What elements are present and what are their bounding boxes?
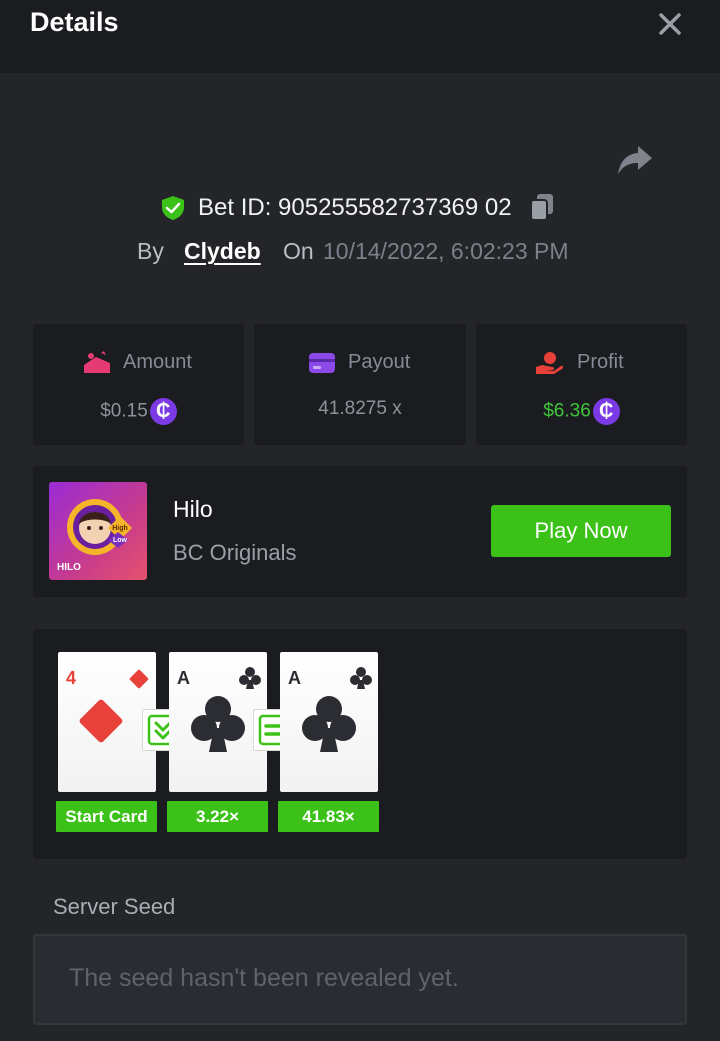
game-provider: BC Originals [173,540,297,565]
stat-label: Profit [577,351,624,373]
svg-text:Low: Low [113,537,128,544]
svg-text:HILO: HILO [57,562,81,573]
stat-value: 41.8275 x [254,398,466,420]
stat-value: $6.36 ₵ [476,398,687,425]
share-icon[interactable] [616,142,654,176]
on-label: On [283,238,314,264]
stat-label: Amount [123,351,192,373]
stat-profit: Profit $6.36 ₵ [476,324,687,445]
game-thumbnail[interactable]: High Low HILO [49,482,147,580]
server-seed-label: Server Seed [53,894,176,919]
details-header: Details [0,0,720,73]
by-label: By [137,238,164,264]
copy-icon[interactable] [529,192,555,222]
username-link[interactable]: Clydeb [184,238,261,265]
club-icon [191,696,245,752]
coin-icon: ₵ [149,398,177,425]
bet-amount-icon [84,351,110,373]
server-seed-field[interactable]: The seed hasn't been revealed yet. [33,934,687,1025]
card-label: Start Card [56,801,157,832]
stat-label: Payout [348,351,411,373]
bet-id: Bet ID: 905255582737369 02 [198,194,512,221]
payout-value: 41.8275 x [318,398,402,419]
svg-text:High: High [112,525,128,532]
card-rank: A [288,668,301,688]
diamond-icon [79,699,123,743]
card-label: 41.83× [278,801,379,832]
profit-hand-icon [536,352,564,374]
card-rank: 4 [66,668,77,688]
card-rank: A [177,668,190,688]
bet-meta-row: By Clydeb On 10/14/2022, 6:02:23 PM [0,234,720,268]
bet-datetime: 10/14/2022, 6:02:23 PM [323,238,569,264]
game-name: Hilo [173,496,213,522]
profit-value: $6.36 [543,400,591,422]
playing-card: A [280,652,378,792]
diamond-icon [129,669,149,689]
game-card: High Low HILO Hilo BC Originals Play Now [33,466,687,597]
cards-panel: 4 Start Card A 3.22× A 41.83× [33,629,687,859]
stat-amount: Amount $0.15 ₵ [33,324,244,445]
play-now-button[interactable]: Play Now [491,505,671,557]
stat-value: $0.15 ₵ [33,398,244,425]
card-label: 3.22× [167,801,268,832]
amount-value: $0.15 [100,400,148,422]
bet-id-row: Bet ID: 905255582737369 02 [0,190,720,226]
club-icon [302,696,356,752]
server-seed-placeholder: The seed hasn't been revealed yet. [69,964,459,992]
close-icon[interactable] [656,10,684,38]
page-title: Details [30,7,119,37]
coin-icon: ₵ [592,398,620,425]
hilo-logo-icon: High Low HILO [57,499,132,573]
wallet-icon [309,353,335,373]
club-icon [239,667,261,689]
verified-shield-icon [162,196,184,220]
stat-payout: Payout 41.8275 x [254,324,466,445]
club-icon [350,667,372,689]
